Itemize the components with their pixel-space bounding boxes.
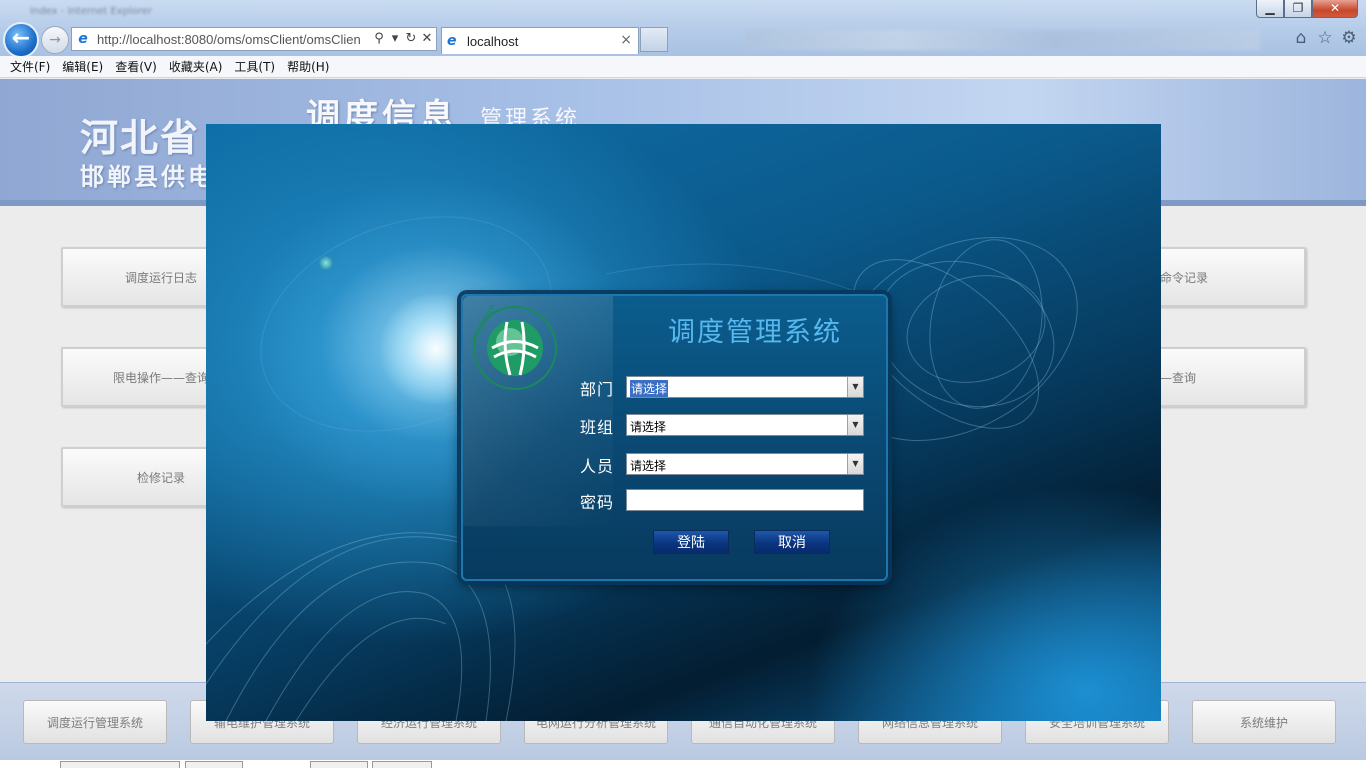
cancel-button[interactable]: 取消 [754, 530, 830, 554]
address-text[interactable]: http://localhost:8080/oms/omsClient/omsC… [97, 32, 371, 47]
chevron-down-icon[interactable]: ▼ [847, 454, 863, 474]
address-bar[interactable]: e http://localhost:8080/oms/omsClient/om… [71, 27, 437, 51]
ie-page-icon: e [78, 31, 88, 47]
group-select-value: 请选择 [630, 420, 667, 434]
login-overlay: 国家电网公司 STATE GRID CORPORATION OF CHINA 调… [206, 124, 1161, 721]
favorites-bar [745, 30, 1260, 50]
favorites-star-icon[interactable]: ☆ [1315, 28, 1335, 48]
password-field[interactable] [626, 489, 864, 511]
login-title: 调度管理系统 [668, 317, 842, 348]
ie-tab-icon: e [447, 33, 457, 49]
menu-file[interactable]: 文件(F) [4, 56, 56, 77]
sys-dispatch-button[interactable]: 调度运行管理系统 [23, 700, 167, 744]
password-label: 密码 [580, 493, 615, 512]
footer-tab [372, 761, 432, 768]
dropdown-icon[interactable]: ▾ [387, 31, 403, 47]
new-tab-button[interactable] [640, 27, 668, 52]
group-select[interactable]: 请选择 ▼ [626, 414, 864, 436]
menu-view[interactable]: 查看(V) [109, 56, 163, 77]
window-title: Index - Internet Explorer [30, 6, 153, 17]
footer-tab [185, 761, 243, 768]
state-grid-logo: 国家电网公司 STATE GRID CORPORATION OF CHINA [472, 305, 557, 391]
banner-company: 邯郸县供电 [80, 162, 215, 191]
menu-edit[interactable]: 编辑(E) [56, 56, 109, 77]
window-controls: ▁ ❐ ✕ [1256, 0, 1358, 18]
sys-maintenance-button[interactable]: 系统维护 [1192, 700, 1336, 744]
chevron-down-icon[interactable]: ▼ [847, 415, 863, 435]
banner-province: 河北省 [80, 115, 201, 160]
person-select[interactable]: 请选择 ▼ [626, 453, 864, 475]
footer-tab [310, 761, 368, 768]
menu-bar: 文件(F) 编辑(E) 查看(V) 收藏夹(A) 工具(T) 帮助(H) [0, 56, 1366, 78]
department-label: 部门 [580, 380, 615, 399]
chevron-down-icon[interactable]: ▼ [847, 377, 863, 397]
back-button[interactable]: ← [3, 22, 39, 58]
department-select-value: 请选择 [630, 380, 669, 397]
maximize-button[interactable]: ❐ [1284, 0, 1312, 18]
footer-tab [60, 761, 180, 768]
forward-button[interactable]: → [41, 26, 69, 54]
overlay-dot [319, 256, 333, 270]
menu-favorites[interactable]: 收藏夹(A) [163, 56, 229, 77]
minimize-button[interactable]: ▁ [1256, 0, 1284, 18]
person-label: 人员 [580, 457, 615, 476]
stop-icon[interactable]: ✕ [419, 31, 435, 47]
home-icon[interactable]: ⌂ [1291, 28, 1311, 48]
person-select-value: 请选择 [630, 459, 667, 473]
gear-icon[interactable]: ⚙ [1339, 28, 1359, 48]
group-label: 班组 [580, 418, 615, 437]
login-panel: 国家电网公司 STATE GRID CORPORATION OF CHINA 调… [461, 294, 888, 581]
department-select[interactable]: 请选择 ▼ [626, 376, 864, 398]
close-window-button[interactable]: ✕ [1312, 0, 1358, 18]
search-icon[interactable]: ⚲ [371, 31, 387, 47]
tab-localhost[interactable]: e localhost × [441, 27, 639, 54]
refresh-icon[interactable]: ↻ [403, 31, 419, 47]
browser-chrome: Index - Internet Explorer ▁ ❐ ✕ ← → e ht… [0, 0, 1366, 58]
menu-help[interactable]: 帮助(H) [281, 56, 335, 77]
page-footer-strip [0, 760, 1366, 768]
tab-label: localhost [467, 33, 519, 49]
tab-close-icon[interactable]: × [620, 32, 632, 48]
login-button[interactable]: 登陆 [653, 530, 729, 554]
menu-tools[interactable]: 工具(T) [228, 56, 281, 77]
